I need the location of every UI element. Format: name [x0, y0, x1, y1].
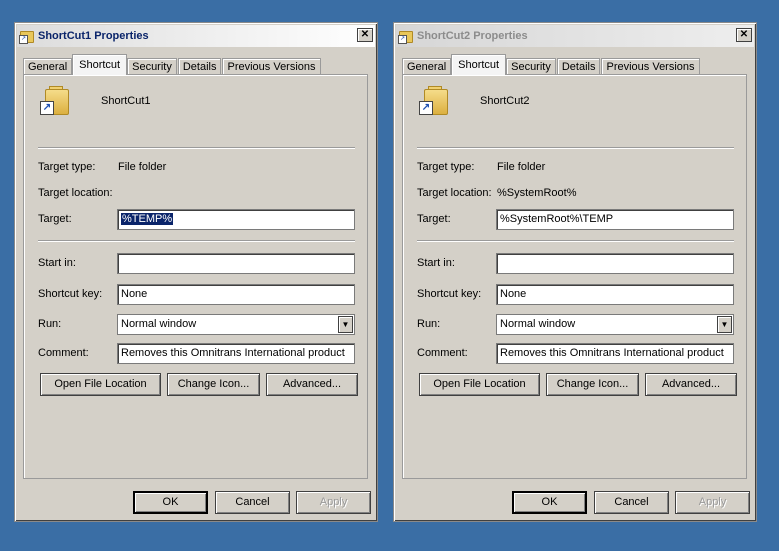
- change-icon-button[interactable]: Change Icon...: [546, 373, 639, 396]
- shortcut-key-label: Shortcut key:: [38, 288, 103, 300]
- title-bar[interactable]: ↗ ShortCut2 Properties ✕: [396, 25, 754, 47]
- run-label: Run:: [417, 318, 441, 330]
- run-label: Run:: [38, 318, 62, 330]
- close-icon: ✕: [739, 29, 749, 40]
- window-title: ShortCut2 Properties: [417, 30, 528, 42]
- folder-shortcut-icon: ↗: [39, 85, 71, 117]
- tab-general[interactable]: General: [23, 58, 73, 75]
- tab-details[interactable]: Details: [177, 58, 222, 75]
- advanced-button[interactable]: Advanced...: [266, 373, 358, 396]
- shortcut-name: ShortCut2: [480, 95, 530, 107]
- close-button[interactable]: ✕: [736, 28, 752, 42]
- comment-label: Comment:: [417, 347, 468, 359]
- target-field[interactable]: %SystemRoot%\TEMP: [496, 209, 734, 230]
- shortcut-key-field[interactable]: None: [496, 284, 734, 305]
- divider: [38, 240, 355, 242]
- divider: [38, 147, 355, 149]
- ok-button[interactable]: OK: [512, 491, 587, 514]
- target-type-value: File folder: [118, 161, 167, 173]
- start-in-label: Start in:: [38, 257, 76, 269]
- comment-label: Comment:: [38, 347, 89, 359]
- tab-previous-versions[interactable]: Previous Versions: [601, 58, 700, 75]
- start-in-label: Start in:: [417, 257, 455, 269]
- cancel-button[interactable]: Cancel: [215, 491, 290, 514]
- advanced-button[interactable]: Advanced...: [645, 373, 737, 396]
- window-title: ShortCut1 Properties: [38, 30, 149, 42]
- tab-general[interactable]: General: [402, 58, 452, 75]
- open-file-location-button[interactable]: Open File Location: [419, 373, 540, 396]
- shortcut-tab-panel: ↗ ShortCut1 Target type: File folder Tar…: [23, 74, 368, 479]
- shortcut-key-label: Shortcut key:: [417, 288, 482, 300]
- target-value: %TEMP%: [121, 213, 174, 225]
- apply-button[interactable]: Apply: [296, 491, 371, 514]
- shortcut-name: ShortCut1: [101, 95, 151, 107]
- target-type-label: Target type:: [38, 161, 96, 173]
- tab-strip: General Shortcut Security Details Previo…: [402, 53, 701, 75]
- chevron-down-icon[interactable]: ▼: [717, 316, 732, 333]
- shortcut-key-field[interactable]: None: [117, 284, 355, 305]
- title-bar[interactable]: ↗ ShortCut1 Properties ✕: [17, 25, 375, 47]
- run-select[interactable]: Normal window ▼: [496, 314, 734, 335]
- target-label: Target:: [38, 213, 72, 225]
- run-value: Normal window: [121, 318, 197, 330]
- run-select[interactable]: Normal window ▼: [117, 314, 355, 335]
- comment-field[interactable]: Removes this Omnitrans International pro…: [496, 343, 734, 364]
- tab-security[interactable]: Security: [127, 58, 177, 75]
- divider: [417, 240, 734, 242]
- run-value: Normal window: [500, 318, 576, 330]
- target-location-label: Target location:: [38, 187, 113, 199]
- ok-button[interactable]: OK: [133, 491, 208, 514]
- target-field[interactable]: %TEMP%: [117, 209, 355, 230]
- shortcut2-properties-dialog: ↗ ShortCut2 Properties ✕ General Shortcu…: [393, 22, 757, 522]
- tab-details[interactable]: Details: [556, 58, 601, 75]
- target-type-value: File folder: [497, 161, 546, 173]
- tab-security[interactable]: Security: [506, 58, 556, 75]
- tab-shortcut[interactable]: Shortcut: [72, 54, 128, 75]
- close-icon: ✕: [360, 29, 370, 40]
- folder-shortcut-icon: ↗: [418, 85, 450, 117]
- change-icon-button[interactable]: Change Icon...: [167, 373, 260, 396]
- target-location-label: Target location:: [417, 187, 492, 199]
- tab-previous-versions[interactable]: Previous Versions: [222, 58, 321, 75]
- open-file-location-button[interactable]: Open File Location: [40, 373, 161, 396]
- shortcut-tab-panel: ↗ ShortCut2 Target type: File folder Tar…: [402, 74, 747, 479]
- shortcut1-properties-dialog: ↗ ShortCut1 Properties ✕ General Shortcu…: [14, 22, 378, 522]
- tab-shortcut[interactable]: Shortcut: [451, 54, 507, 75]
- chevron-down-icon[interactable]: ▼: [338, 316, 353, 333]
- cancel-button[interactable]: Cancel: [594, 491, 669, 514]
- close-button[interactable]: ✕: [357, 28, 373, 42]
- start-in-field[interactable]: [496, 253, 734, 274]
- start-in-field[interactable]: [117, 253, 355, 274]
- tab-strip: General Shortcut Security Details Previo…: [23, 53, 322, 75]
- target-type-label: Target type:: [417, 161, 475, 173]
- target-label: Target:: [417, 213, 451, 225]
- folder-shortcut-icon: ↗: [19, 29, 34, 44]
- apply-button[interactable]: Apply: [675, 491, 750, 514]
- comment-field[interactable]: Removes this Omnitrans International pro…: [117, 343, 355, 364]
- folder-shortcut-icon: ↗: [398, 29, 413, 44]
- target-location-value: %SystemRoot%: [497, 187, 577, 199]
- divider: [417, 147, 734, 149]
